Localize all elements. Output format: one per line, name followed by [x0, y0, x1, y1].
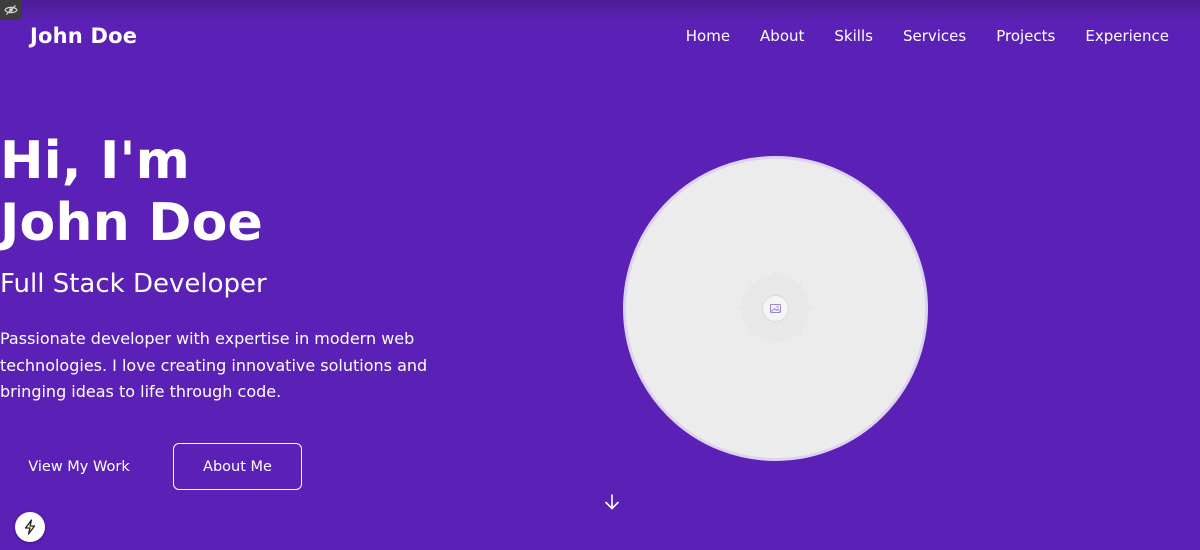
hero-role: Full Stack Developer: [0, 269, 267, 299]
profile-image-placeholder: [623, 156, 928, 461]
arrow-down-icon[interactable]: [602, 491, 622, 513]
main-nav: Home About Skills Services Projects Expe…: [686, 24, 1169, 48]
view-work-button[interactable]: View My Work: [0, 443, 158, 490]
lightning-icon[interactable]: [15, 512, 45, 542]
about-me-button[interactable]: About Me: [173, 443, 302, 490]
hero-greeting: Hi, I'm: [0, 131, 191, 191]
hero-section: Hi, I'm John Doe Full Stack Developer Pa…: [0, 130, 490, 406]
hero-description: Passionate developer with expertise in m…: [0, 329, 428, 401]
nav-link-experience[interactable]: Experience: [1085, 25, 1169, 47]
image-placeholder-icon: [738, 271, 813, 346]
nav-link-home[interactable]: Home: [686, 25, 730, 47]
nav-link-projects[interactable]: Projects: [996, 25, 1055, 47]
nav-link-skills[interactable]: Skills: [834, 25, 873, 47]
nav-link-about[interactable]: About: [760, 25, 804, 47]
nav-link-services[interactable]: Services: [903, 25, 966, 47]
eye-off-icon[interactable]: [0, 0, 22, 20]
header-shadow: [0, 0, 1200, 22]
hero-title: Hi, I'm John Doe: [0, 130, 490, 254]
brand-logo[interactable]: John Doe: [30, 22, 137, 50]
hero-name: John Doe: [0, 193, 263, 253]
